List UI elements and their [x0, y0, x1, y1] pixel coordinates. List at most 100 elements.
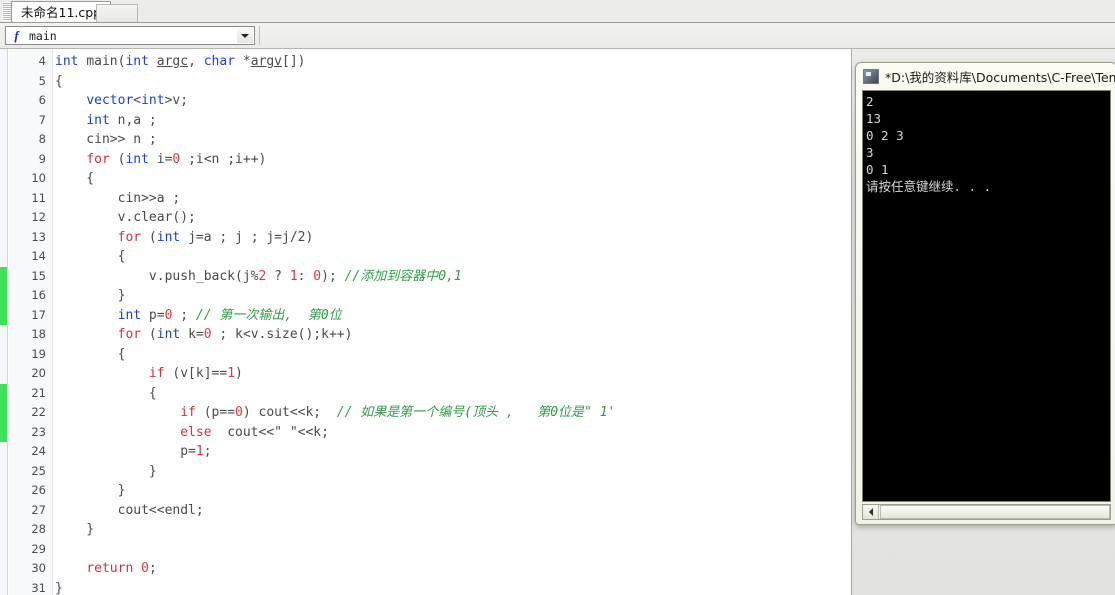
code-line[interactable]: cout<<endl; — [55, 501, 851, 521]
code-line-text: v.clear(); — [55, 210, 196, 225]
console-title-text: *D:\我的资料库\Documents\C-Free\Temp — [885, 69, 1115, 85]
console-output-text: 2 13 0 2 3 3 0 1 请按任意键继续. . . — [862, 90, 1111, 502]
line-number: 11 — [9, 189, 52, 209]
line-number: 7 — [9, 111, 52, 131]
console-output-line: 0 1 — [866, 162, 889, 177]
code-line[interactable]: } — [55, 520, 851, 540]
code-line-text: for (int k=0 ; k<v.size();k++) — [117, 327, 353, 342]
code-line[interactable]: for (int i=0 ;i<n ;i++) — [55, 150, 851, 170]
line-number: 4 — [9, 52, 52, 72]
code-line-text: } — [55, 483, 126, 498]
line-number-label: 13 — [31, 229, 46, 244]
line-number: 23 — [9, 423, 52, 443]
code-line[interactable]: if (v[k]==1) — [55, 364, 851, 384]
code-line[interactable]: { — [55, 247, 851, 267]
code-line[interactable]: { — [55, 72, 851, 92]
console-output-line: 0 2 3 — [866, 128, 904, 143]
code-line[interactable]: for (int k=0 ; k<v.size();k++) — [55, 325, 851, 345]
code-line-text: { — [55, 73, 63, 89]
code-line-text: { — [55, 249, 126, 264]
code-line[interactable]: v.push_back(j%2 ? 1: 0); //添加到容器中0,1 — [55, 267, 851, 287]
line-number-label: 22 — [31, 405, 46, 419]
code-line[interactable]: if (p==0) cout<<k; // 如果是第一个编号(顶头 , 第0位是… — [55, 403, 851, 423]
cfree-ide-window: 未命名11.cpp f main 4 5 6 7 8 9 10 11 12 13 14 15 16 17 1… — [0, 0, 1115, 595]
line-number-label: 30 — [31, 561, 46, 575]
line-number: 25 — [9, 462, 52, 482]
code-line[interactable]: { — [55, 169, 851, 189]
editor-toolbar: f main — [0, 23, 1115, 49]
line-number: 21 — [9, 384, 52, 404]
code-line-text: cin>>a ; — [55, 190, 181, 206]
code-line[interactable]: cin>>a ; — [55, 189, 851, 209]
code-line-text: v.push_back(j%2 ? 1: 0); //添加到容器中0,1 — [55, 268, 462, 284]
line-number: 5 — [9, 72, 52, 92]
line-number-label: 29 — [31, 541, 46, 556]
line-number: 17 — [9, 306, 52, 326]
change-marker-gutter — [0, 49, 8, 595]
line-number: 8 — [9, 130, 52, 150]
line-number-label: 19 — [31, 346, 46, 361]
code-line-text: } — [55, 288, 126, 303]
line-number-label: 14 — [31, 249, 46, 263]
line-number-label: 12 — [31, 210, 46, 224]
code-line[interactable]: } — [55, 481, 851, 501]
code-line-text: cout<<endl; — [55, 502, 204, 518]
line-number: 14 — [9, 247, 52, 267]
line-number-label: 21 — [31, 385, 46, 400]
line-number-label: 28 — [31, 522, 46, 536]
line-number: 6 — [9, 91, 52, 111]
code-line[interactable]: int p=0 ; // 第一次输出, 第0位 — [55, 306, 851, 326]
code-line[interactable]: } — [55, 579, 851, 595]
code-line[interactable]: { — [55, 384, 851, 404]
console-horizontal-scrollbar[interactable] — [862, 504, 1111, 520]
line-number: 16 — [9, 286, 52, 306]
code-line[interactable]: for (int j=a ; j ; j=j/2) — [55, 228, 851, 248]
line-number: 27 — [9, 501, 52, 521]
code-line[interactable]: else cout<<" "<<k; — [55, 423, 851, 443]
code-line-text: { — [55, 171, 95, 186]
code-line[interactable] — [55, 540, 851, 560]
code-line[interactable]: int n,a ; — [55, 111, 851, 131]
code-line-text: if (v[k]==1) — [148, 366, 243, 381]
line-number: 10 — [9, 169, 52, 189]
code-line-text: else cout<<" "<<k; — [180, 424, 329, 440]
chevron-down-icon[interactable] — [237, 28, 253, 43]
code-line-text: for (int j=a ; j ; j=j/2) — [117, 229, 314, 245]
code-text-area[interactable]: int main(int argc, char *argv[]) { vector… — [55, 49, 851, 595]
line-number: 22 — [9, 403, 52, 423]
code-line[interactable]: } — [55, 462, 851, 482]
scrollbar-thumb[interactable] — [880, 505, 1110, 519]
code-line[interactable]: return 0; — [55, 559, 851, 579]
code-line[interactable]: v.clear(); — [55, 208, 851, 228]
code-line-text: if (p==0) cout<<k; // 如果是第一个编号(顶头 , 第0位是… — [180, 405, 616, 420]
line-number-label: 20 — [31, 366, 46, 380]
code-line-text: int main(int argc, char *argv[]) — [55, 54, 306, 69]
code-line[interactable]: int main(int argc, char *argv[]) — [55, 52, 851, 72]
line-number: 30 — [9, 559, 52, 579]
code-editor-panel[interactable]: 4 5 6 7 8 9 10 11 12 13 14 15 16 17 18 19 20 21 22 23 24 25 26… — [0, 49, 852, 595]
tabstrip-drag-handle[interactable] — [2, 2, 11, 21]
line-number: 12 — [9, 208, 52, 228]
console-output-line: 请按任意键继续. . . — [866, 179, 992, 194]
code-line[interactable]: vector<int>v; — [55, 91, 851, 111]
code-line[interactable]: { — [55, 345, 851, 365]
code-line[interactable]: } — [55, 286, 851, 306]
line-number-label: 17 — [31, 307, 46, 322]
code-line-text: } — [55, 463, 157, 479]
chevron-left-icon[interactable] — [863, 505, 879, 519]
console-window-icon[interactable] — [863, 68, 879, 84]
function-selector-combo[interactable]: f main — [5, 26, 255, 45]
code-line[interactable]: p=1; — [55, 442, 851, 462]
code-line-text: for (int i=0 ;i<n ;i++) — [86, 151, 267, 167]
console-output-line: 3 — [866, 145, 874, 160]
code-line[interactable]: cin>> n ; — [55, 130, 851, 150]
change-marker — [0, 266, 7, 325]
line-number-label: 27 — [31, 502, 46, 517]
code-line-text: } — [55, 580, 63, 595]
code-line-text: return 0; — [86, 561, 157, 576]
console-output-window[interactable]: *D:\我的资料库\Documents\C-Free\Temp 2 13 0 2 3… — [855, 62, 1115, 525]
line-number-label: 16 — [31, 288, 46, 302]
line-number-label: 15 — [31, 268, 46, 283]
console-titlebar[interactable]: *D:\我的资料库\Documents\C-Free\Temp — [856, 63, 1115, 89]
code-line-text: cin>> n ; — [55, 132, 157, 147]
